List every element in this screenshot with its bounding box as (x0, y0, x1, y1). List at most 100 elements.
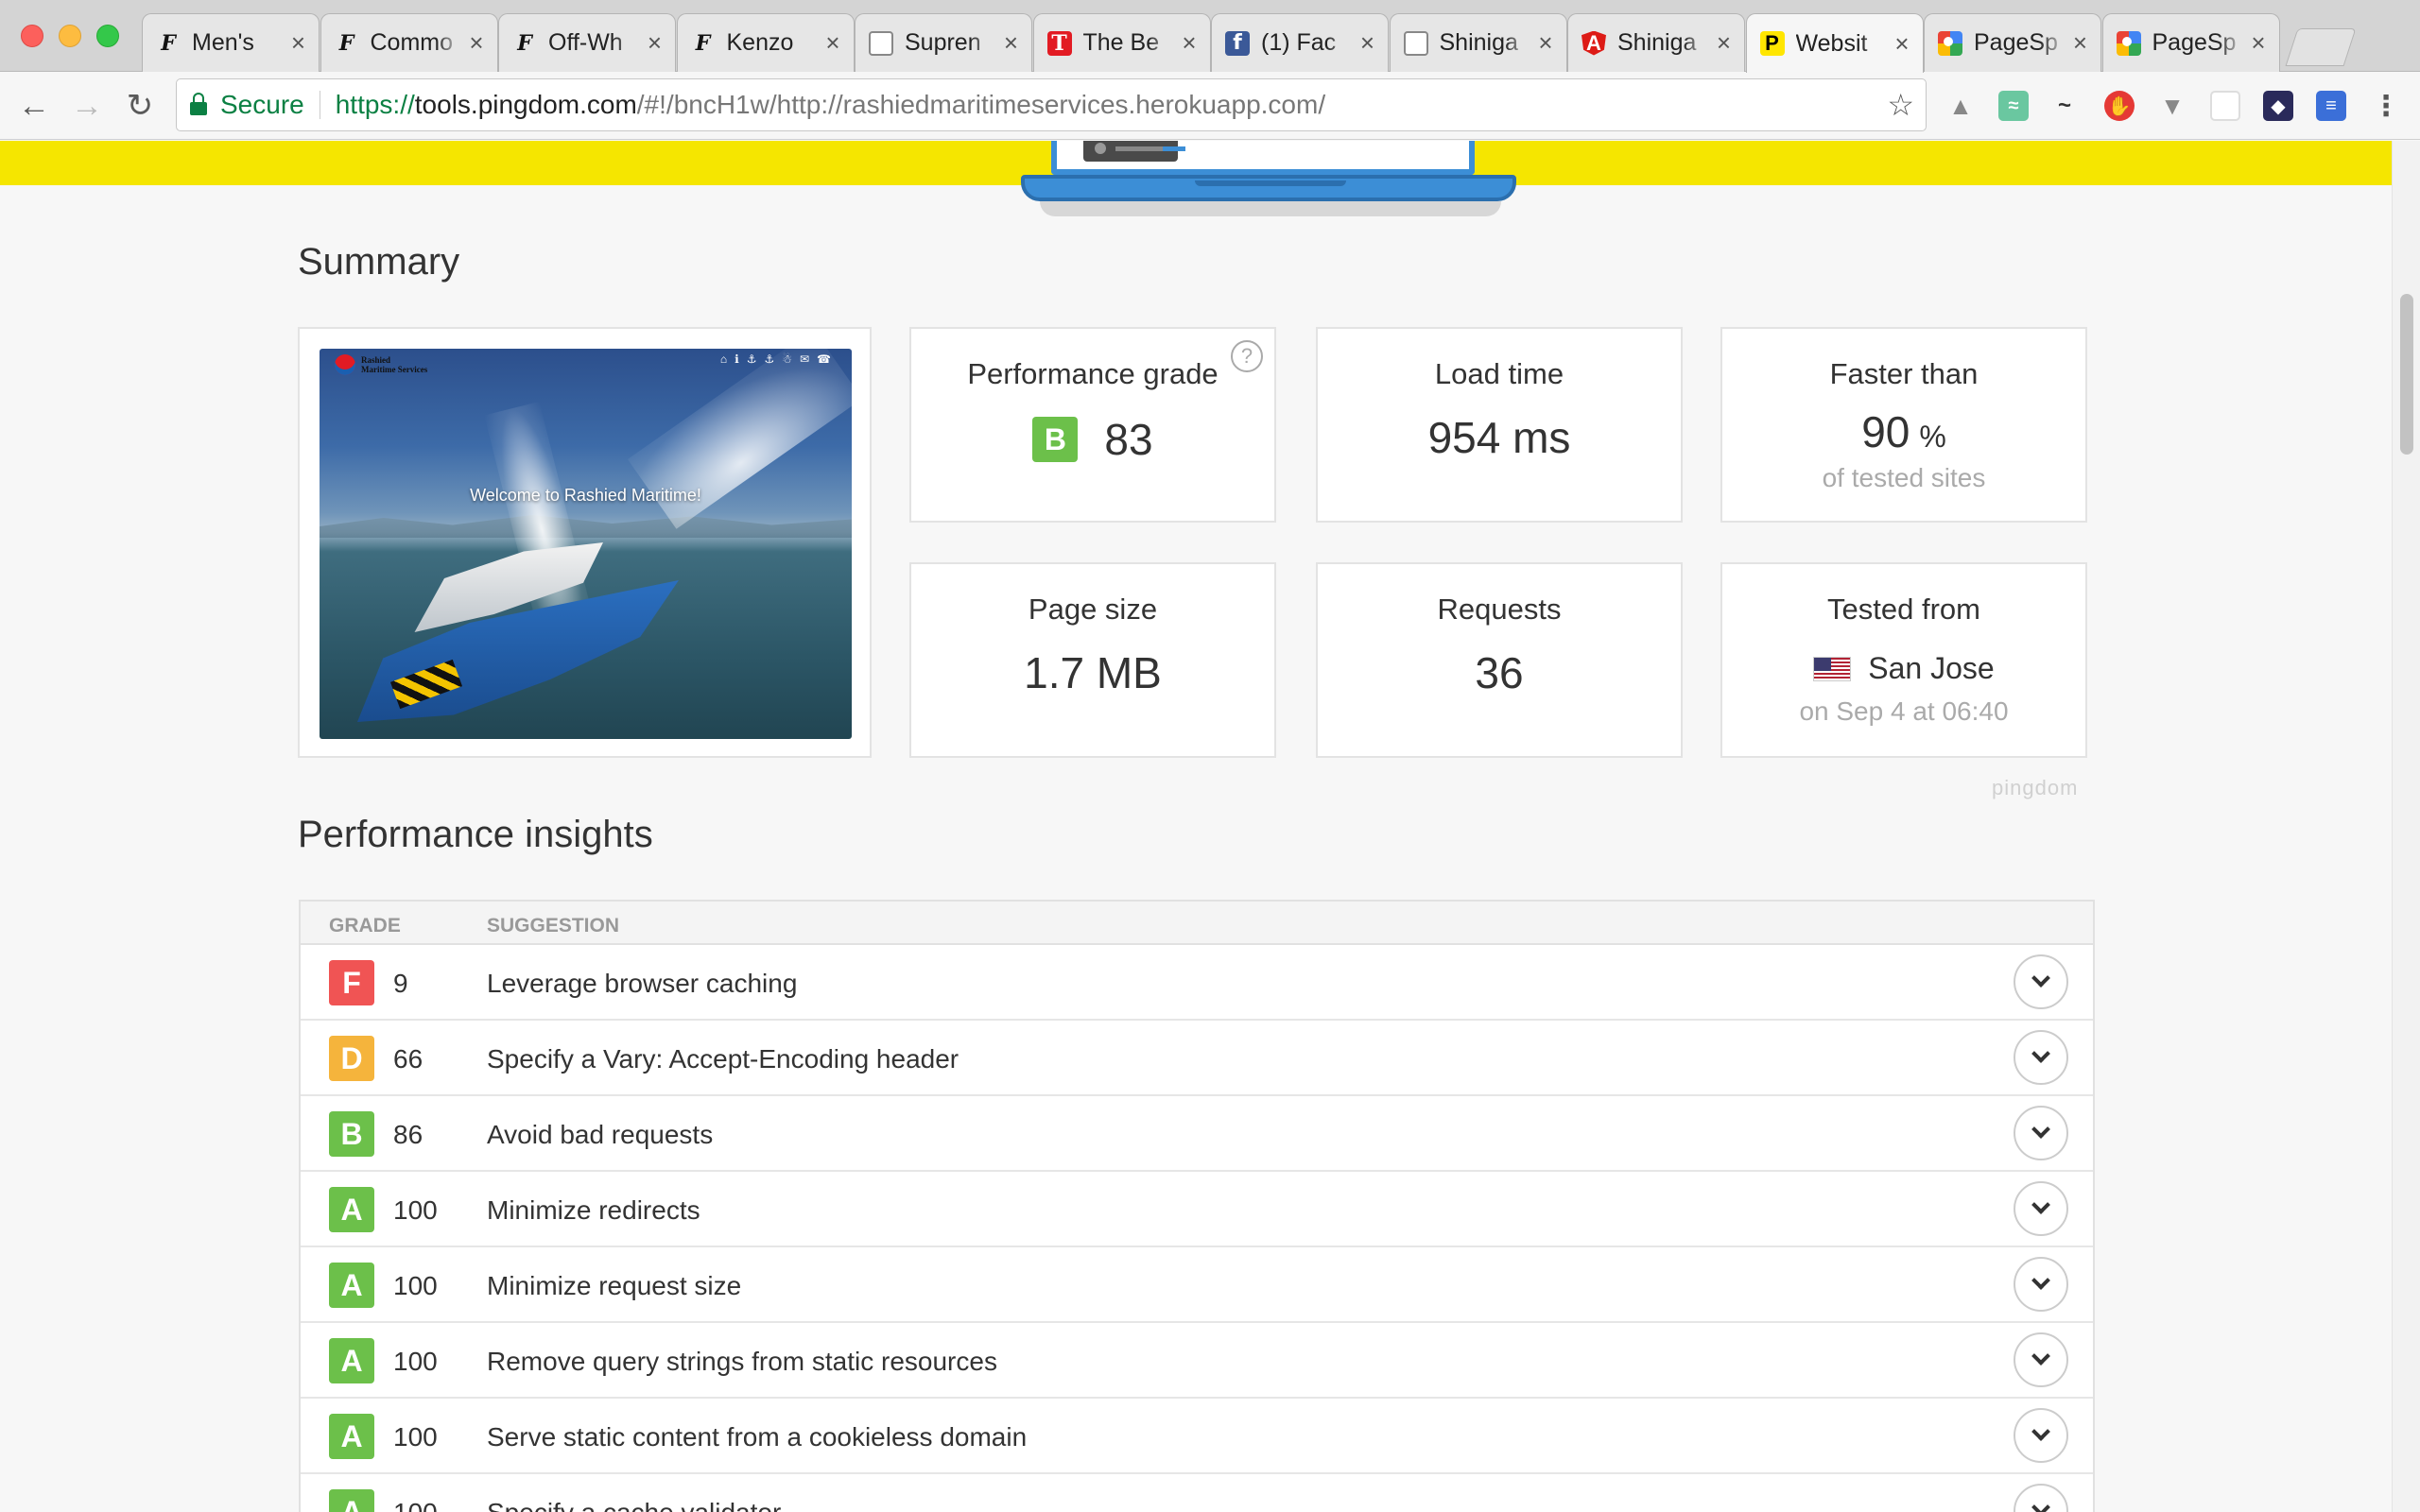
close-tab-icon[interactable]: × (291, 28, 305, 58)
list-extension-icon[interactable]: ≡ (2316, 91, 2346, 121)
insight-score: 100 (393, 1271, 438, 1300)
faster-than-card: Faster than 90% of tested sites (1720, 327, 2087, 523)
load-time-value: 954 ms (1427, 413, 1571, 462)
expand-row-button[interactable] (2014, 1106, 2068, 1160)
lock-icon (190, 93, 207, 115)
browser-tab[interactable]: T The Be × (1032, 13, 1211, 72)
close-tab-icon[interactable]: × (469, 28, 483, 58)
back-button[interactable]: ← (13, 85, 55, 127)
insights-heading: Performance insights (298, 814, 653, 855)
tested-from-city: San Jose (1868, 651, 1995, 686)
insight-row[interactable]: B 86 Avoid bad requests (301, 1096, 2093, 1172)
url-path: /#!/bncH1w/http://rashiedmaritimeservice… (636, 90, 1326, 119)
new-tab-button[interactable] (2285, 28, 2357, 66)
pingdom-p-icon: P (1759, 31, 1785, 56)
browser-tab[interactable]: A Shiniga × (1567, 13, 1745, 72)
insight-suggestion: Specify a Vary: Accept-Encoding header (487, 1044, 959, 1074)
close-tab-icon[interactable]: × (825, 28, 839, 58)
requests-label: Requests (1437, 593, 1562, 626)
tab-title: PageSp (2152, 29, 2237, 56)
close-tab-icon[interactable]: × (1182, 28, 1196, 58)
expand-row-button[interactable] (2014, 1408, 2068, 1463)
document-icon (869, 30, 893, 56)
browser-tab[interactable]: Shiniga × (1389, 13, 1567, 72)
redux-extension-icon[interactable]: ◆ (2263, 91, 2293, 121)
notes-extension-icon[interactable] (2210, 91, 2240, 121)
insight-row[interactable]: F 9 Leverage browser caching (301, 945, 2093, 1021)
browser-tab[interactable]: F Kenzo × (676, 13, 855, 72)
drive-extension-icon[interactable]: ▲ (1945, 91, 1976, 121)
expand-row-button[interactable] (2014, 1257, 2068, 1312)
site-logo: Rashied Maritime Services (335, 354, 427, 375)
browser-tab[interactable]: PageSp × (1924, 13, 2101, 72)
close-window-button[interactable] (21, 25, 43, 47)
scrollbar-thumb[interactable] (2400, 294, 2413, 455)
page-scrollbar[interactable] (2392, 141, 2420, 1512)
us-flag-icon (1813, 656, 1852, 681)
audio-extension-icon[interactable]: ≈ (1998, 91, 2029, 121)
adblock-extension-icon[interactable]: ✋ (2104, 91, 2135, 121)
performance-grade-value: 83 (1104, 414, 1153, 464)
insight-row[interactable]: A 100 Serve static content from a cookiele… (301, 1399, 2093, 1474)
expand-row-button[interactable] (2014, 954, 2068, 1009)
browser-tab[interactable]: f (1) Fac × (1211, 13, 1389, 72)
url-scheme: https:// (335, 90, 415, 119)
forward-button[interactable]: → (66, 85, 108, 127)
tab-title: PageSp (1974, 29, 2058, 56)
tab-title: Shiniga (1439, 29, 1518, 56)
close-tab-icon[interactable]: × (1894, 29, 1909, 59)
tab-title: Men's (192, 29, 254, 56)
expand-row-button[interactable] (2014, 1030, 2068, 1085)
reload-button[interactable]: ↻ (119, 85, 161, 127)
tab-title: Commo (370, 29, 454, 56)
close-tab-icon[interactable]: × (1004, 28, 1018, 58)
browser-tab[interactable]: Supren × (855, 13, 1032, 72)
insight-row[interactable]: A 100 Minimize request size (301, 1247, 2093, 1323)
tab-title: (1) Fac (1261, 29, 1337, 56)
browser-tab[interactable]: F Commo × (320, 13, 498, 72)
insight-suggestion: Minimize request size (487, 1271, 742, 1300)
insight-row[interactable]: A 100 Remove query strings from static res… (301, 1323, 2093, 1399)
document-icon (1403, 30, 1428, 56)
close-tab-icon[interactable]: × (1717, 28, 1731, 58)
minimize-window-button[interactable] (59, 25, 81, 47)
insight-suggestion: Minimize redirects (487, 1195, 700, 1225)
close-tab-icon[interactable]: × (2073, 28, 2087, 58)
close-tab-icon[interactable]: × (2251, 28, 2265, 58)
tested-from-date: on Sep 4 at 06:40 (1799, 696, 2009, 726)
mustache-extension-icon[interactable]: ~ (2049, 91, 2080, 121)
faster-than-value: 90 (1861, 407, 1910, 456)
insight-row[interactable]: A 100 Specify a cache validator (301, 1474, 2093, 1512)
expand-row-button[interactable] (2014, 1181, 2068, 1236)
tab-title: Supren (905, 29, 981, 56)
requests-value: 36 (1475, 648, 1524, 697)
close-tab-icon[interactable]: × (648, 28, 662, 58)
close-tab-icon[interactable]: × (1360, 28, 1374, 58)
browser-tab[interactable]: PageSp × (2101, 13, 2280, 72)
page-size-card: Page size 1.7 MB (909, 562, 1276, 758)
chevron-down-icon (2031, 969, 2050, 988)
expand-row-button[interactable] (2014, 1332, 2068, 1387)
address-bar[interactable]: Secure https://tools.pingdom.com/#!/bncH… (176, 78, 1927, 131)
load-time-label: Load time (1434, 357, 1564, 390)
browser-tab[interactable]: F Men's × (142, 13, 320, 72)
tab-title: Kenzo (726, 29, 794, 56)
menu-dots-icon[interactable]: ⋮ (2371, 91, 2401, 122)
bookmark-star-icon[interactable]: ☆ (1887, 87, 1914, 123)
close-tab-icon[interactable]: × (1538, 28, 1552, 58)
zoom-window-button[interactable] (96, 25, 119, 47)
browser-tab[interactable]: F Off-Wh × (498, 13, 676, 72)
insight-row[interactable]: D 66 Specify a Vary: Accept-Encoding heade… (301, 1021, 2093, 1096)
insight-row[interactable]: A 100 Minimize redirects (301, 1172, 2093, 1247)
grade-badge: B (329, 1111, 374, 1157)
site-screenshot: Rashied Maritime Services ⌂ℹ⚓⚓☃✉☎ Welcome… (320, 349, 852, 739)
expand-row-button[interactable] (2014, 1484, 2068, 1512)
tab-title: Shiniga (1617, 29, 1697, 56)
vue-extension-icon[interactable]: ▼ (2157, 91, 2187, 121)
grade-badge: B (1032, 416, 1079, 462)
arrow-right-icon: → (71, 87, 103, 124)
insight-suggestion: Leverage browser caching (487, 969, 798, 998)
tab-strip: F Men's × F Commo × F Off-Wh × F Kenzo × Supren × T The… (0, 0, 2420, 73)
farfetch-f-icon: F (338, 30, 354, 56)
browser-tab[interactable]: P Websit × (1745, 13, 1924, 73)
